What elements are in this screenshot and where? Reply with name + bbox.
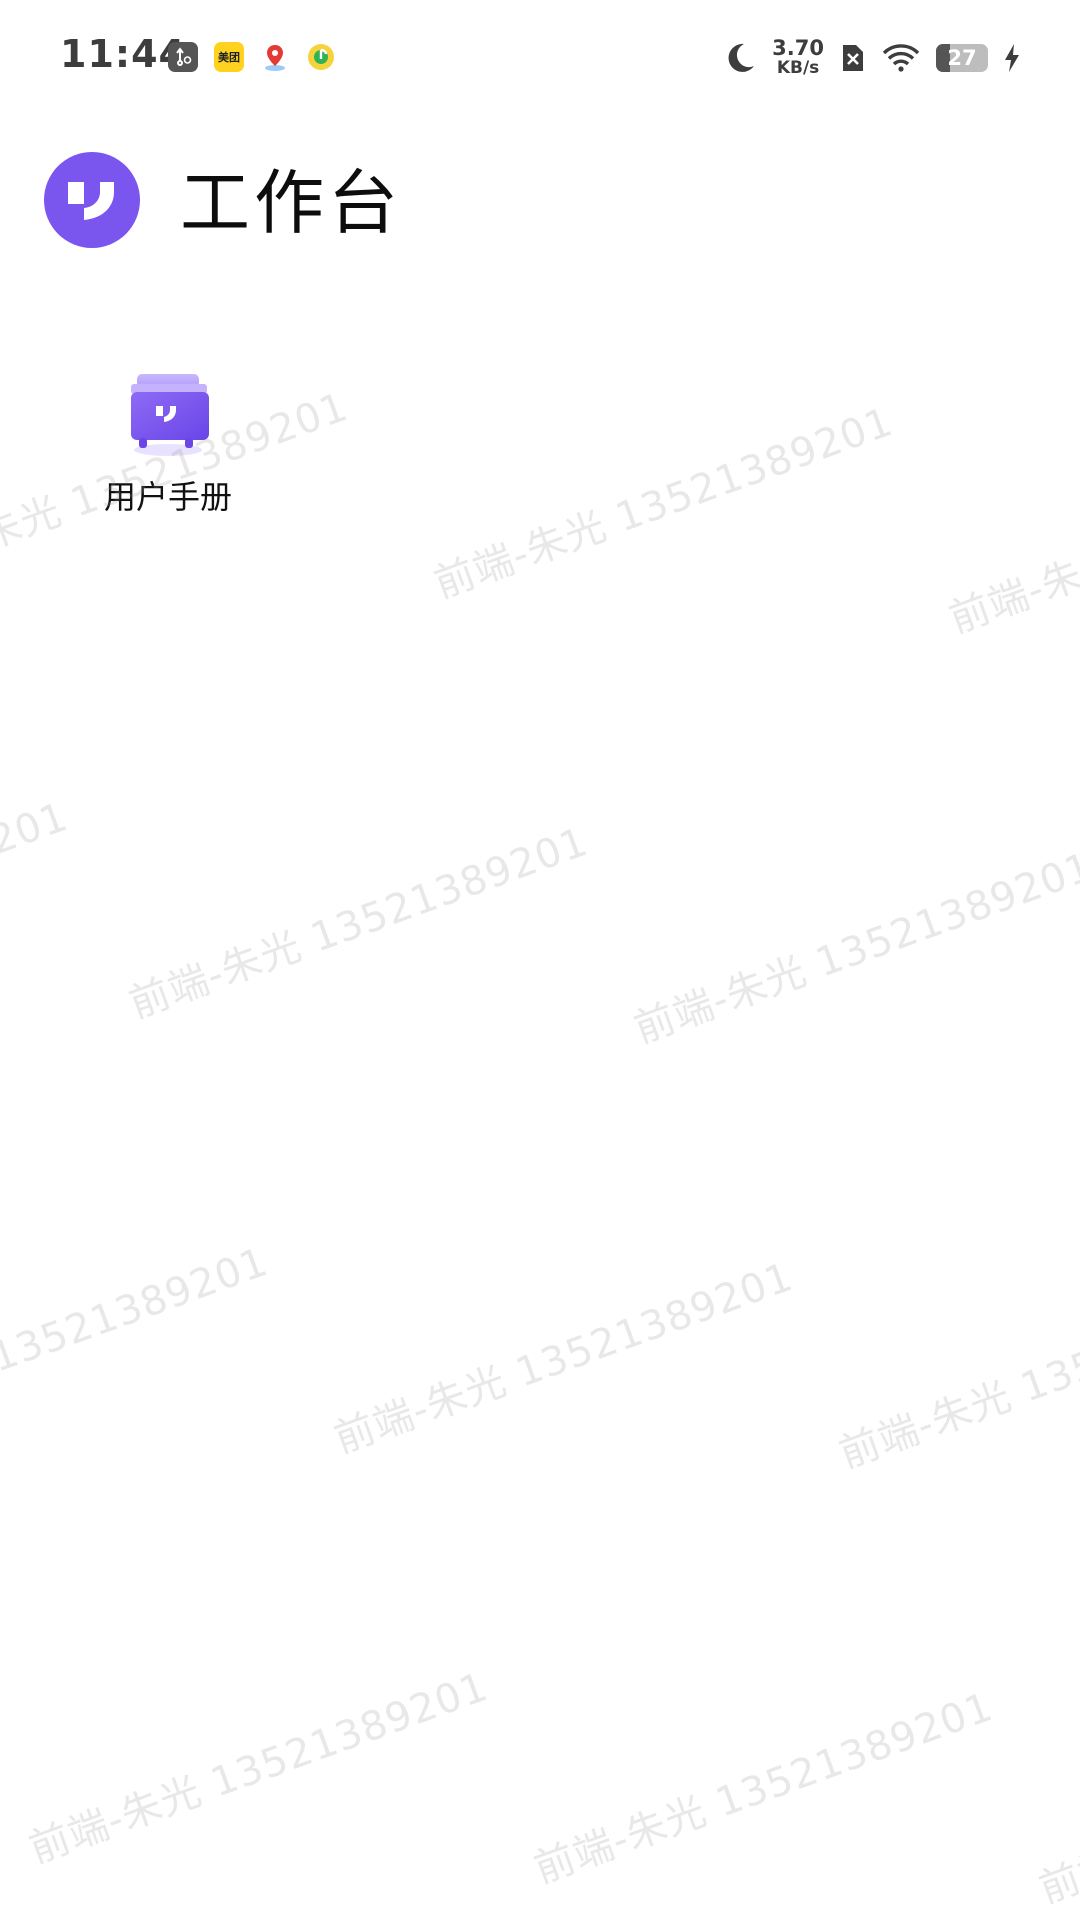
usb-settings-icon <box>168 42 198 72</box>
watermark-text: 前端-朱光 13521389201 <box>23 1663 495 1873</box>
watermark-text: 前端-朱光 13521389201 <box>328 1253 800 1463</box>
app-tile-user-manual[interactable]: 用户手册 <box>80 362 256 532</box>
user-manual-icon <box>123 362 213 458</box>
maps-icon <box>260 42 290 72</box>
moon-icon <box>728 43 755 72</box>
watermark-text: 前端-朱光 13521389201 <box>1033 1704 1080 1913</box>
watermark-text: 前端-朱光 13521389201 <box>428 398 900 608</box>
status-right-group: 3.70 KB/s 27 <box>724 34 1020 82</box>
network-speed-value: 3.70 <box>772 36 824 60</box>
watermark-text: 前端-朱光 13521389201 <box>628 843 1080 1053</box>
sim-disabled-icon <box>843 45 863 71</box>
battery-level-text: 27 <box>947 46 977 70</box>
wifi-icon <box>882 44 920 72</box>
watermark-text: 前端-朱光 13521389201 <box>528 1683 1000 1893</box>
network-speed: 3.70 KB/s <box>772 36 824 79</box>
logo-mark-icon <box>68 182 114 220</box>
watermark-text: 前端-朱光 13521389201 <box>0 793 75 1003</box>
status-bar: 11:44 美团 3.70 KB/s 27 <box>0 0 1080 116</box>
meituan-icon: 美团 <box>214 42 244 72</box>
meituan-icon-label: 美团 <box>218 51 240 64</box>
watermark-text: 前端-朱光 13521389201 <box>943 434 1080 643</box>
qq-music-icon <box>306 42 336 72</box>
watermark-text: 前端-朱光 13521389201 <box>123 818 595 1028</box>
watermark-text: 前端-朱光 13521389201 <box>0 1238 275 1448</box>
battery-icon: 27 <box>936 44 988 72</box>
watermark-layer: 前端-朱光 13521389201 前端-朱光 13521389201 前端-朱… <box>0 0 1080 1920</box>
app-tile-label: 用户手册 <box>103 478 232 516</box>
watermark-text: 前端-朱光 13521389201 <box>833 1268 1080 1478</box>
notification-icons: 美团 <box>168 42 336 72</box>
network-speed-unit: KB/s <box>776 58 820 78</box>
app-logo <box>44 152 140 248</box>
page-title: 工作台 <box>180 162 402 244</box>
charging-icon <box>1005 44 1019 72</box>
